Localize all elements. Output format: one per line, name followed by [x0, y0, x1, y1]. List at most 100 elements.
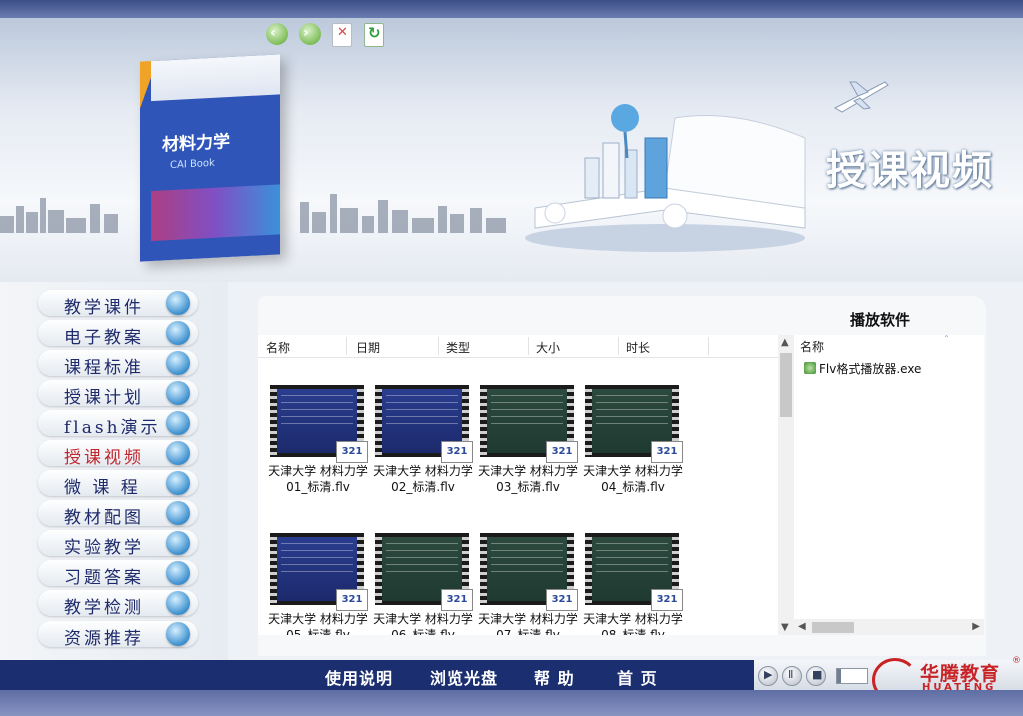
board-text-lines [386, 395, 458, 425]
player-badge-icon: 321 [336, 589, 368, 611]
textbook-cover: 材料力学 CAI Book [140, 54, 280, 262]
video-file-name: 天津大学 材料力学 07_标清.flv [474, 611, 582, 635]
video-thumbnail: 321 [270, 385, 368, 463]
nav-item-label: 习题答案 [64, 568, 144, 588]
play-icon[interactable]: ▶ [758, 666, 778, 686]
video-thumbnail: 321 [375, 385, 473, 463]
micro-course-icon [166, 471, 190, 495]
video-thumbnail: 321 [480, 533, 578, 611]
nav-item-label: 教学检测 [64, 598, 144, 618]
book-top [151, 54, 280, 102]
file-list-header: 名称 日期 类型 大小 时长 [258, 335, 778, 358]
file-name-line: 04_标清.flv [601, 480, 665, 494]
board-text-lines [281, 395, 353, 425]
sort-ascending-icon: ˆ [944, 335, 949, 346]
video-thumbnail: 321 [270, 533, 368, 611]
nav-item[interactable]: 微 课 程 [38, 470, 198, 498]
nav-item-label: 课程标准 [64, 358, 144, 378]
pause-icon[interactable]: Ⅱ [782, 666, 802, 686]
nav-item-label: 电子教案 [64, 328, 144, 348]
video-file-name: 天津大学 材料力学 01_标清.flv [264, 463, 372, 495]
stop-icon[interactable]: ■ [806, 666, 826, 686]
video-clapper-icon [166, 441, 190, 465]
scroll-up-icon[interactable]: ▲ [781, 337, 789, 348]
film-sprocket [480, 385, 487, 457]
column-name[interactable]: 名称 [800, 338, 824, 355]
scroll-right-icon[interactable]: ▶ [972, 621, 980, 632]
city-skyline [0, 194, 506, 233]
file-name-line: 天津大学 材料力学 [373, 612, 473, 626]
volume-slider[interactable] [836, 668, 868, 684]
column-type[interactable]: 类型 [446, 339, 470, 356]
column-name[interactable]: 名称 [266, 339, 290, 356]
board-text-lines [281, 543, 353, 573]
scrollbar-thumb[interactable] [812, 622, 854, 633]
lesson-plan-icon [166, 321, 190, 345]
volume-knob[interactable] [837, 669, 841, 683]
nav-item[interactable]: 教学检测 [38, 590, 198, 618]
player-software-item-label: Flv格式播放器.exe [819, 362, 922, 376]
nav-item-label: 授课视频 [64, 448, 144, 468]
nav-item[interactable]: 授课视频 [38, 440, 198, 468]
video-thumbnail: 321 [585, 533, 683, 611]
file-name-line: 01_标清.flv [286, 480, 350, 494]
scrollbar-thumb[interactable] [780, 353, 792, 417]
board-text-lines [386, 543, 458, 573]
film-sprocket [585, 385, 592, 457]
test-icon [166, 591, 190, 615]
column-separator [708, 337, 709, 355]
footer-link-browse-disc[interactable]: 浏览光盘 [430, 665, 498, 689]
bottom-strip [0, 690, 1023, 716]
file-list-vertical-scrollbar[interactable]: ▲ ▼ [778, 335, 794, 635]
film-sprocket [585, 533, 592, 605]
column-separator [346, 337, 347, 355]
player-software-list: 名称 ˆ Flv格式播放器.exe [794, 335, 984, 635]
nav-item[interactable]: 资源推荐 [38, 621, 198, 649]
nav-item[interactable]: 习题答案 [38, 560, 198, 588]
nav-item[interactable]: 课程标准 [38, 350, 198, 378]
player-badge-icon: 321 [651, 441, 683, 463]
scroll-left-icon[interactable]: ◀ [798, 621, 806, 632]
column-separator [438, 337, 439, 355]
player-software-item[interactable]: Flv格式播放器.exe [804, 360, 921, 377]
nav-item[interactable]: 授课计划 [38, 380, 198, 408]
nav-item-label: 实验教学 [64, 538, 144, 558]
column-size[interactable]: 大小 [536, 339, 560, 356]
top-strip [0, 0, 1023, 18]
nav-item-label: 资源推荐 [64, 629, 144, 649]
video-thumbnail: 321 [375, 533, 473, 611]
answers-icon [166, 561, 190, 585]
nav-item[interactable]: 教材配图 [38, 500, 198, 528]
film-sprocket [480, 533, 487, 605]
file-name-line: 天津大学 材料力学 [268, 464, 368, 478]
film-sprocket [270, 533, 277, 605]
player-badge-icon: 321 [546, 589, 578, 611]
video-file-name: 天津大学 材料力学 04_标清.flv [579, 463, 687, 495]
film-sprocket [375, 533, 382, 605]
footer-link-help[interactable]: 帮 助 [534, 665, 575, 689]
nav-item[interactable]: flash演示 [38, 410, 198, 438]
footer-link-home[interactable]: 首 页 [617, 665, 658, 689]
nav-item[interactable]: 实验教学 [38, 530, 198, 558]
player-list-horizontal-scrollbar[interactable]: ◀ ▶ [794, 619, 984, 635]
board-text-lines [491, 543, 563, 573]
nav-item[interactable]: 教学课件 [38, 290, 198, 318]
nav-item[interactable]: 电子教案 [38, 320, 198, 348]
refresh-icon[interactable]: ↻ [364, 23, 384, 47]
scroll-down-icon[interactable]: ▼ [781, 622, 789, 633]
news-icon [166, 351, 190, 375]
forward-arrow-icon[interactable]: › [299, 23, 321, 45]
ie-icon [166, 501, 190, 525]
column-date[interactable]: 日期 [356, 339, 380, 356]
book-subtitle: CAI Book [170, 157, 215, 172]
video-file-name: 天津大学 材料力学 05_标清.flv [264, 611, 372, 635]
back-arrow-icon[interactable]: ‹ [266, 23, 288, 45]
book-stripe [151, 184, 280, 242]
file-name-line: 06_标清.flv [391, 628, 455, 635]
resources-icon [166, 622, 190, 646]
column-duration[interactable]: 时长 [626, 339, 650, 356]
player-software-title: 播放软件 [850, 311, 911, 329]
player-badge-icon: 321 [441, 441, 473, 463]
delete-icon[interactable]: ✕ [332, 23, 352, 47]
footer-link-instructions[interactable]: 使用说明 [325, 665, 393, 689]
